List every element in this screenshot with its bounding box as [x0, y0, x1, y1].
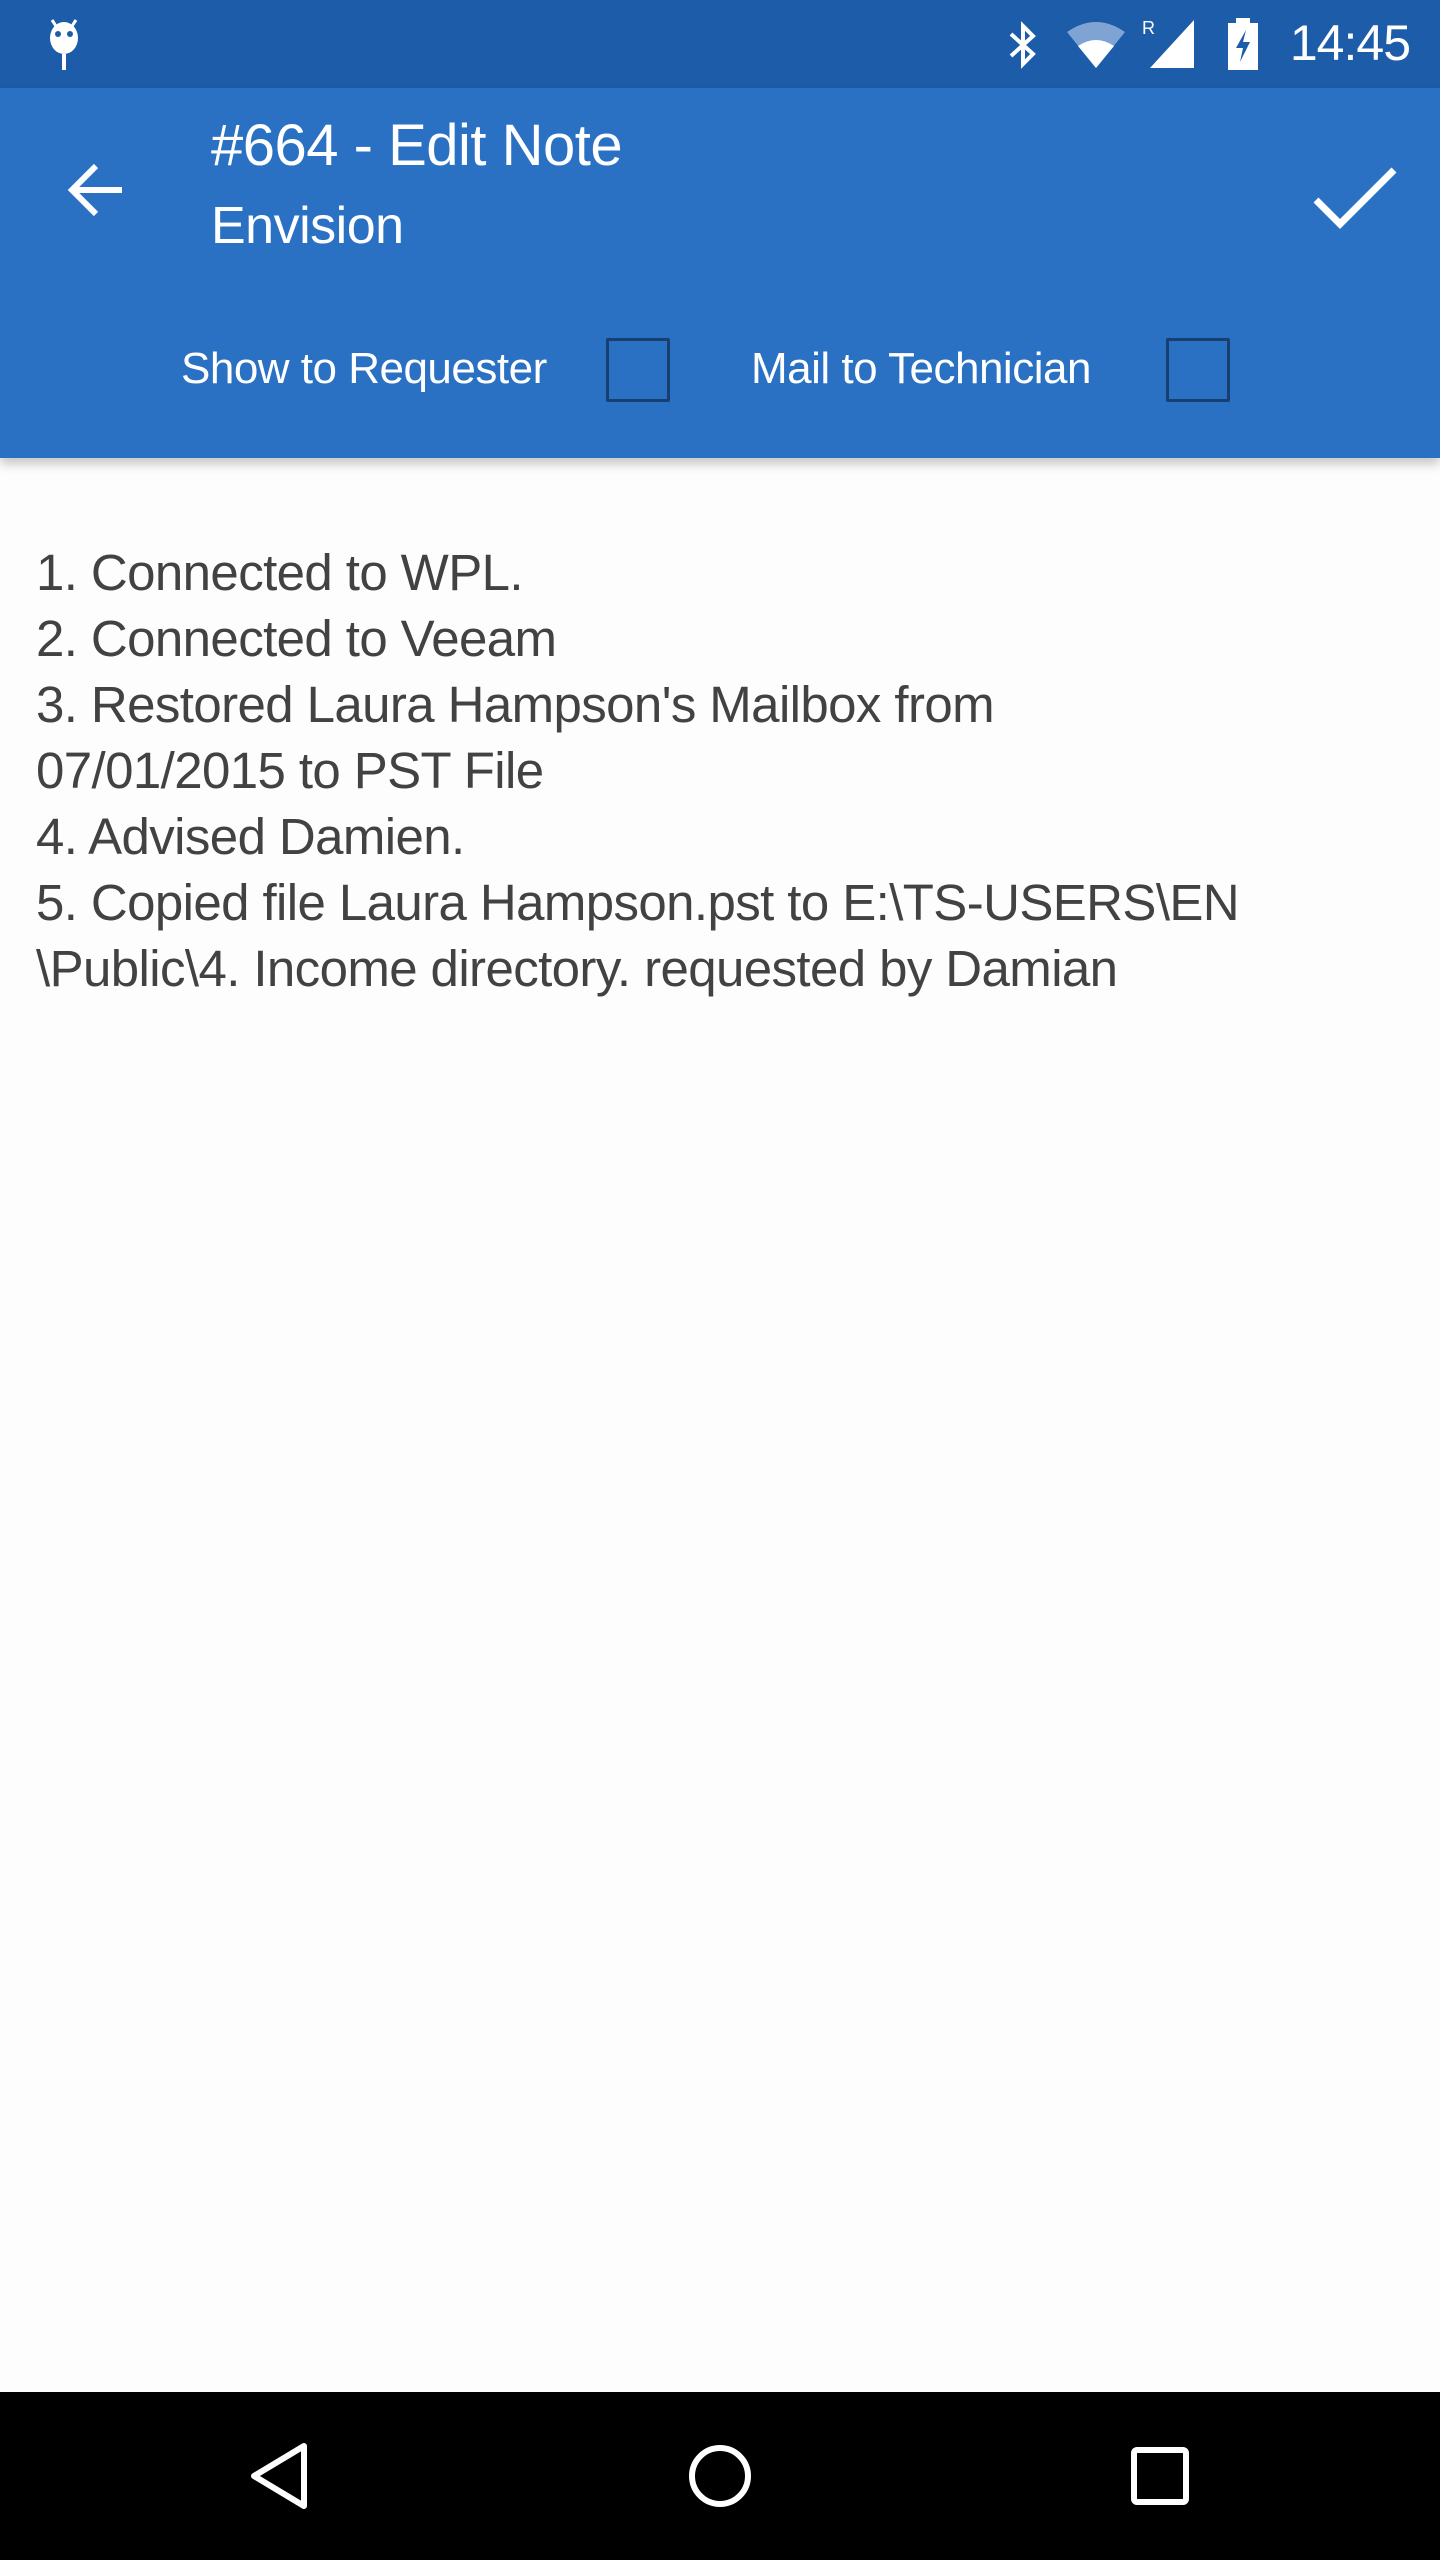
- battery-charging-icon: [1228, 18, 1258, 70]
- app-toolbar: #664 - Edit Note Envision Show to Reques…: [0, 88, 1440, 458]
- mail-to-technician-checkbox[interactable]: [1166, 338, 1230, 402]
- note-line: 1. Connected to WPL.: [36, 544, 524, 601]
- page-subtitle: Envision: [211, 197, 404, 255]
- page-title: #664 - Edit Note: [211, 113, 623, 178]
- show-to-requester-checkbox[interactable]: [606, 338, 670, 402]
- home-circle-icon[interactable]: [680, 2436, 760, 2516]
- note-line: 07/01/2015 to PST File: [36, 742, 544, 799]
- recents-square-icon[interactable]: [1120, 2436, 1200, 2516]
- note-text-input[interactable]: 1. Connected to WPL. 2. Connected to Vee…: [36, 540, 1416, 1002]
- check-icon[interactable]: [1310, 158, 1400, 238]
- signal-roaming-icon: R: [1142, 18, 1194, 68]
- android-debug-icon: [50, 19, 78, 70]
- note-line: 5. Copied file Laura Hampson.pst to E:\T…: [36, 874, 1240, 931]
- status-bar: R 14:45: [0, 0, 1440, 88]
- navigation-bar: [0, 2392, 1440, 2560]
- status-time: 14:45: [1289, 15, 1411, 71]
- svg-text:R: R: [1142, 18, 1155, 38]
- note-line: 4. Advised Damien.: [36, 808, 465, 865]
- back-triangle-icon[interactable]: [240, 2436, 320, 2516]
- mail-to-technician-label: Mail to Technician: [751, 344, 1091, 393]
- show-to-requester-label: Show to Requester: [181, 344, 547, 393]
- bluetooth-icon: [1009, 21, 1036, 69]
- arrow-left-icon[interactable]: [60, 150, 140, 230]
- note-line: 3. Restored Laura Hampson's Mailbox from: [36, 676, 995, 733]
- note-line: \Public\4. Income directory. requested b…: [36, 940, 1118, 997]
- note-line: 2. Connected to Veeam: [36, 610, 557, 667]
- wifi-icon: [1067, 22, 1125, 68]
